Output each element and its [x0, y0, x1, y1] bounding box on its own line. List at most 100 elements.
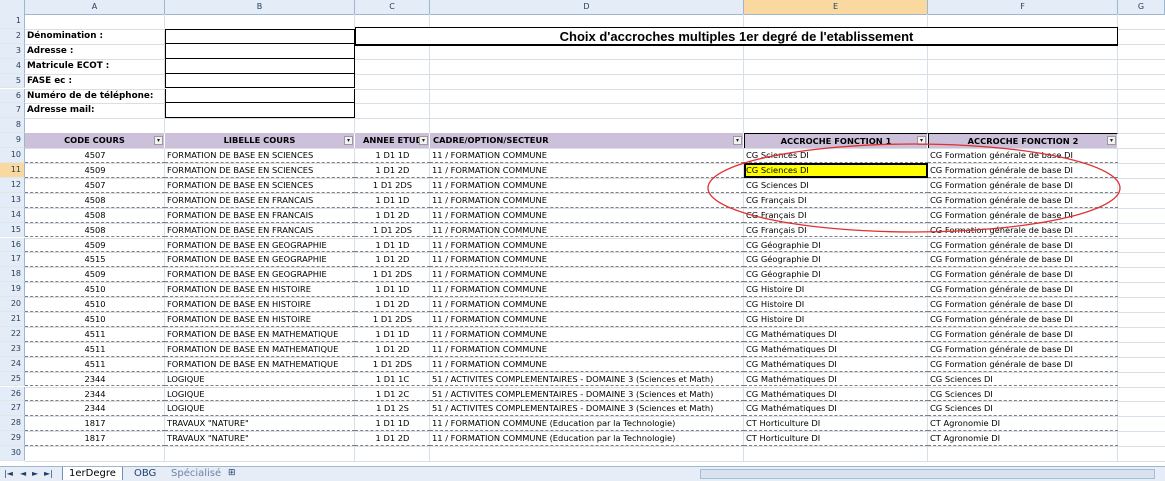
table-cell[interactable]: CG Géographie DI — [744, 267, 928, 283]
table-cell[interactable]: 1 D1 1D — [355, 327, 430, 342]
column-header-D[interactable]: D — [430, 0, 744, 14]
row-header-23[interactable]: 23 — [0, 341, 25, 357]
table-cell[interactable]: 1 D1 2DS — [355, 178, 430, 193]
row-header-2[interactable]: 2 — [0, 28, 25, 44]
table-cell[interactable]: CG Histoire DI — [744, 312, 928, 327]
table-cell[interactable]: FORMATION DE BASE EN HISTOIRE — [165, 297, 355, 312]
table-cell[interactable]: CG Histoire DI — [744, 297, 928, 312]
row-header-9[interactable]: 9 — [0, 133, 25, 149]
row-header-5[interactable]: 5 — [0, 73, 25, 89]
table-cell[interactable]: 1817 — [25, 416, 165, 432]
table-cell[interactable]: 11 / FORMATION COMMUNE — [430, 163, 744, 178]
table-cell[interactable]: 4508 — [25, 223, 165, 238]
info-input-box[interactable] — [165, 28, 355, 44]
table-cell[interactable]: CT Agronomie DI — [928, 416, 1118, 432]
table-cell[interactable]: 11 / FORMATION COMMUNE — [430, 312, 744, 327]
table-cell[interactable]: CG Formation générale de base DI — [928, 267, 1118, 283]
table-cell[interactable]: FORMATION DE BASE EN MATHEMATIQUE — [165, 327, 355, 342]
table-cell[interactable]: 4509 — [25, 267, 165, 283]
column-header-B[interactable]: B — [165, 0, 355, 14]
sheet-tab-OBG[interactable]: OBG — [128, 467, 162, 480]
info-input-box[interactable] — [165, 73, 355, 89]
info-input-box[interactable] — [165, 88, 355, 104]
table-cell[interactable]: 1 D1 2DS — [355, 267, 430, 283]
table-cell[interactable]: 4510 — [25, 282, 165, 298]
table-cell[interactable]: 1 D1 2DS — [355, 223, 430, 238]
table-cell[interactable]: 51 / ACTIVITES COMPLEMENTAIRES - DOMAINE… — [430, 387, 744, 402]
row-header-18[interactable]: 18 — [0, 267, 25, 283]
table-cell[interactable]: FORMATION DE BASE EN HISTOIRE — [165, 312, 355, 327]
table-cell[interactable]: 4509 — [25, 163, 165, 178]
insert-sheet-icon[interactable]: ⊞ — [222, 467, 242, 480]
table-cell[interactable]: CT Agronomie DI — [928, 431, 1118, 447]
table-cell[interactable]: FORMATION DE BASE EN MATHEMATIQUE — [165, 342, 355, 357]
table-cell[interactable]: 11 / FORMATION COMMUNE — [430, 208, 744, 223]
row-header-24[interactable]: 24 — [0, 356, 25, 372]
table-cell[interactable]: FORMATION DE BASE EN GEOGRAPHIE — [165, 252, 355, 268]
table-cell[interactable]: CG Formation générale de base DI — [928, 342, 1118, 357]
table-cell[interactable]: CG Mathématiques DI — [744, 342, 928, 357]
table-cell[interactable]: CG Formation générale de base DI — [928, 297, 1118, 312]
table-cell[interactable]: CG Mathématiques DI — [744, 401, 928, 417]
table-cell[interactable]: 11 / FORMATION COMMUNE (Education par la… — [430, 431, 744, 447]
column-header-C[interactable]: C — [355, 0, 430, 14]
next-sheet-button[interactable]: ► — [32, 467, 38, 481]
table-cell[interactable]: 11 / FORMATION COMMUNE — [430, 267, 744, 283]
table-cell[interactable]: 1817 — [25, 431, 165, 447]
row-header-14[interactable]: 14 — [0, 207, 25, 223]
row-header-12[interactable]: 12 — [0, 177, 25, 193]
row-header-21[interactable]: 21 — [0, 312, 25, 327]
table-cell[interactable]: 11 / FORMATION COMMUNE — [430, 178, 744, 193]
table-cell[interactable]: 1 D1 2S — [355, 401, 430, 417]
table-cell[interactable]: 4508 — [25, 193, 165, 208]
row-header-30[interactable]: 30 — [0, 446, 25, 461]
row-header-16[interactable]: 16 — [0, 237, 25, 253]
table-cell[interactable]: FORMATION DE BASE EN FRANCAIS — [165, 208, 355, 223]
table-cell[interactable]: 51 / ACTIVITES COMPLEMENTAIRES - DOMAINE… — [430, 372, 744, 387]
table-cell[interactable]: 11 / FORMATION COMMUNE — [430, 223, 744, 238]
table-cell[interactable]: FORMATION DE BASE EN SCIENCES — [165, 148, 355, 163]
first-sheet-button[interactable]: |◄ — [4, 467, 13, 481]
table-cell[interactable]: 11 / FORMATION COMMUNE — [430, 342, 744, 357]
table-cell[interactable]: 1 D1 1D — [355, 282, 430, 298]
row-header-27[interactable]: 27 — [0, 401, 25, 417]
row-header-20[interactable]: 20 — [0, 297, 25, 312]
table-cell[interactable]: TRAVAUX "NATURE" — [165, 431, 355, 447]
table-cell[interactable]: CG Sciences DI — [928, 401, 1118, 417]
filter-dropdown-icon[interactable]: ▾ — [419, 136, 428, 146]
table-cell[interactable]: 1 D1 1D — [355, 238, 430, 253]
row-header-1[interactable]: 1 — [0, 14, 25, 29]
table-cell[interactable]: CG Formation générale de base DI — [928, 312, 1118, 327]
row-header-19[interactable]: 19 — [0, 282, 25, 298]
table-cell[interactable]: CG Mathématiques DI — [744, 387, 928, 402]
table-cell[interactable]: CG Formation générale de base DI — [928, 282, 1118, 298]
table-cell[interactable]: FORMATION DE BASE EN GEOGRAPHIE — [165, 238, 355, 253]
table-cell[interactable]: CG Mathématiques DI — [744, 372, 928, 387]
table-cell[interactable]: CT Horticulture DI — [744, 416, 928, 432]
table-cell[interactable]: CG Mathématiques DI — [744, 357, 928, 372]
last-sheet-button[interactable]: ►| — [44, 467, 53, 481]
row-header-6[interactable]: 6 — [0, 88, 25, 104]
select-all-corner[interactable] — [0, 0, 25, 14]
table-cell[interactable]: 11 / FORMATION COMMUNE — [430, 357, 744, 372]
table-cell[interactable]: FORMATION DE BASE EN FRANCAIS — [165, 223, 355, 238]
table-cell[interactable]: 4510 — [25, 297, 165, 312]
row-header-15[interactable]: 15 — [0, 222, 25, 238]
table-cell[interactable]: FORMATION DE BASE EN GEOGRAPHIE — [165, 267, 355, 283]
table-cell[interactable]: 4507 — [25, 178, 165, 193]
row-header-3[interactable]: 3 — [0, 43, 25, 59]
info-input-box[interactable] — [165, 43, 355, 59]
table-cell[interactable]: 4508 — [25, 208, 165, 223]
table-cell[interactable]: 4515 — [25, 252, 165, 268]
table-cell[interactable]: 11 / FORMATION COMMUNE (Education par la… — [430, 416, 744, 432]
table-cell[interactable]: 11 / FORMATION COMMUNE — [430, 297, 744, 312]
table-cell[interactable]: CT Horticulture DI — [744, 431, 928, 447]
row-header-13[interactable]: 13 — [0, 192, 25, 208]
table-cell[interactable]: 1 D1 2D — [355, 163, 430, 178]
table-cell[interactable]: 11 / FORMATION COMMUNE — [430, 193, 744, 208]
info-input-box[interactable] — [165, 58, 355, 74]
sheet-tab-specialise[interactable]: Spécialisé — [165, 467, 227, 480]
table-cell[interactable]: 4511 — [25, 357, 165, 372]
table-cell[interactable]: CG Mathématiques DI — [744, 327, 928, 342]
row-header-17[interactable]: 17 — [0, 252, 25, 268]
